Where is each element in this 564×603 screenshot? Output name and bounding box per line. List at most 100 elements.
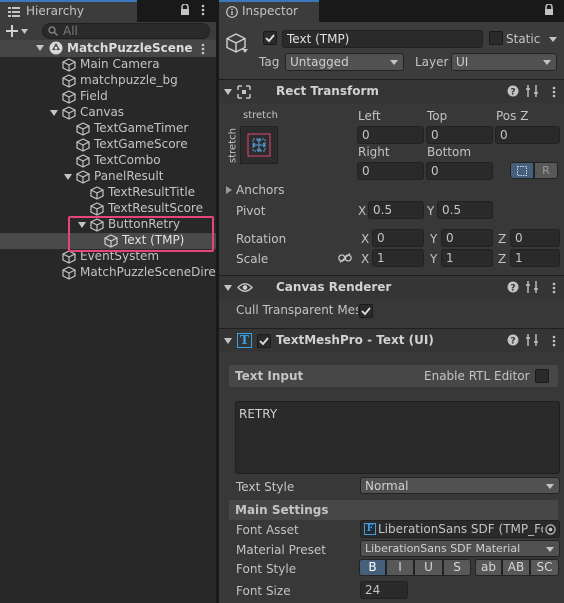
lock-icon[interactable] bbox=[544, 4, 554, 16]
font-style-lowercase-button[interactable]: ab bbox=[475, 559, 502, 576]
main-settings-label: Main Settings bbox=[235, 503, 329, 517]
anchor-preset-v-label: stretch bbox=[227, 128, 239, 163]
cull-label-clip: Cull Transparent Mesh bbox=[236, 303, 358, 319]
tree-item-main-camera[interactable]: Main Camera bbox=[0, 57, 216, 73]
tree-item-field[interactable]: Field bbox=[0, 89, 216, 105]
rotation-y-field[interactable]: 0 bbox=[441, 229, 493, 247]
font-style-uppercase-button[interactable]: AB bbox=[502, 559, 530, 576]
font-asset-field[interactable]: F LiberationSans SDF (TMP_Font bbox=[360, 520, 560, 538]
pivot-y-field[interactable]: 0.5 bbox=[437, 201, 493, 219]
component-menu-icon[interactable] bbox=[552, 335, 556, 347]
font-size-field[interactable]: 24 bbox=[360, 581, 408, 599]
collapse-arrow-icon[interactable] bbox=[224, 285, 232, 291]
cull-transparent-mesh-checkbox[interactable] bbox=[359, 304, 373, 318]
tree-item-label: Canvas bbox=[80, 105, 125, 119]
scale-label: Scale bbox=[236, 252, 269, 266]
tree-item-text-combo[interactable]: TextCombo bbox=[0, 153, 216, 169]
bottom-field[interactable]: 0 bbox=[426, 162, 493, 180]
inspector-tab[interactable]: Inspector bbox=[219, 0, 319, 22]
anchor-preset-icon bbox=[247, 133, 271, 157]
top-field[interactable]: 0 bbox=[426, 126, 493, 144]
blueprint-mode-button[interactable] bbox=[510, 162, 534, 179]
preset-icon[interactable] bbox=[526, 281, 538, 293]
collapse-arrow-icon[interactable] bbox=[224, 89, 232, 95]
font-style-underline-button[interactable]: U bbox=[414, 559, 443, 576]
posz-field[interactable]: 0 bbox=[495, 126, 560, 144]
scale-x-field[interactable]: 1 bbox=[372, 249, 424, 267]
text-input-area[interactable]: RETRY bbox=[235, 401, 560, 474]
expand-arrow-icon[interactable] bbox=[64, 174, 72, 180]
layer-dropdown[interactable]: UI bbox=[451, 53, 557, 71]
pivot-x-field[interactable]: 0.5 bbox=[368, 201, 424, 219]
chevron-down-icon[interactable] bbox=[242, 49, 248, 53]
raw-edit-button[interactable]: R bbox=[534, 162, 558, 179]
tree-item-canvas[interactable]: Canvas bbox=[0, 105, 216, 121]
link-icon[interactable] bbox=[338, 253, 352, 263]
anchors-expand-arrow-icon[interactable] bbox=[226, 186, 232, 194]
anchor-preset-button[interactable] bbox=[240, 126, 278, 164]
checkmark-icon bbox=[259, 337, 269, 346]
canvas-renderer-header[interactable]: Canvas Renderer ? bbox=[219, 275, 564, 299]
add-icon[interactable] bbox=[6, 25, 18, 37]
tmp-enabled-checkbox[interactable] bbox=[257, 334, 271, 348]
right-field[interactable]: 0 bbox=[357, 162, 424, 180]
active-checkbox[interactable] bbox=[263, 31, 277, 45]
tree-item-label: Main Camera bbox=[80, 57, 160, 71]
expand-arrow-icon[interactable] bbox=[36, 45, 44, 51]
component-menu-icon[interactable] bbox=[552, 86, 556, 98]
chevron-down-icon[interactable] bbox=[21, 29, 28, 34]
enable-rtl-checkbox[interactable] bbox=[535, 369, 549, 383]
tree-item-text-result-title[interactable]: TextResultTitle bbox=[0, 185, 216, 201]
help-icon[interactable]: ? bbox=[507, 85, 519, 97]
collapse-arrow-icon[interactable] bbox=[224, 338, 232, 344]
pivot-label: Pivot bbox=[236, 204, 266, 218]
left-field[interactable]: 0 bbox=[357, 126, 424, 144]
rotation-x-field[interactable]: 0 bbox=[372, 229, 424, 247]
static-checkbox[interactable] bbox=[489, 31, 503, 45]
text-input-value: RETRY bbox=[239, 407, 278, 421]
scale-y-label: Y bbox=[430, 252, 438, 266]
material-preset-dropdown[interactable]: LiberationSans SDF Material bbox=[360, 540, 560, 557]
font-style-bold-button[interactable]: B bbox=[359, 559, 386, 576]
tag-dropdown[interactable]: Untagged bbox=[285, 53, 404, 71]
hierarchy-tab[interactable]: Hierarchy bbox=[0, 0, 137, 22]
list-icon bbox=[8, 7, 20, 17]
font-style-italic-button[interactable]: I bbox=[386, 559, 414, 576]
scene-row[interactable]: MatchPuzzleScene bbox=[0, 40, 216, 57]
scene-menu-icon[interactable] bbox=[201, 43, 205, 55]
component-menu-icon[interactable] bbox=[552, 282, 556, 294]
help-icon[interactable]: ? bbox=[507, 334, 519, 346]
tree-item-label: TextResultTitle bbox=[108, 185, 196, 199]
preset-icon[interactable] bbox=[526, 334, 538, 346]
material-preset-label: Material Preset bbox=[236, 543, 326, 557]
tag-value: Untagged bbox=[290, 55, 349, 69]
scale-z-field[interactable]: 1 bbox=[510, 249, 560, 267]
tree-item-label: TextCombo bbox=[94, 153, 161, 167]
enable-rtl-label: Enable RTL Editor bbox=[424, 369, 530, 383]
font-style-strikethrough-button[interactable]: S bbox=[443, 559, 471, 576]
left-label: Left bbox=[358, 109, 381, 123]
tree-item-text-game-timer[interactable]: TextGameTimer bbox=[0, 121, 216, 137]
tmp-header[interactable]: T TextMeshPro - Text (UI) ? bbox=[219, 328, 564, 352]
kebab-menu-icon[interactable] bbox=[201, 4, 205, 16]
help-icon[interactable]: ? bbox=[507, 281, 519, 293]
preset-icon[interactable] bbox=[526, 85, 538, 97]
rotation-z-field[interactable]: 0 bbox=[510, 229, 560, 247]
tree-item-panel-result[interactable]: PanelResult bbox=[0, 169, 216, 185]
static-dropdown-icon[interactable] bbox=[549, 37, 557, 42]
object-picker-icon[interactable] bbox=[545, 524, 556, 535]
font-style-smallcaps-button[interactable]: SC bbox=[530, 559, 559, 576]
lock-icon[interactable] bbox=[180, 4, 190, 16]
tree-item-matchpuzzle-bg[interactable]: matchpuzzle_bg bbox=[0, 73, 216, 89]
scale-y-field[interactable]: 1 bbox=[441, 249, 493, 267]
expand-arrow-icon[interactable] bbox=[50, 110, 58, 116]
hierarchy-tab-label: Hierarchy bbox=[26, 4, 85, 18]
text-style-dropdown[interactable]: Normal bbox=[360, 477, 560, 494]
tree-item-match-puzzle-scene-director[interactable]: MatchPuzzleSceneDire bbox=[0, 265, 216, 281]
rect-transform-header[interactable]: Rect Transform ? bbox=[219, 79, 564, 103]
tree-item-text-game-score[interactable]: TextGameScore bbox=[0, 137, 216, 153]
gameobject-cube-icon bbox=[76, 154, 90, 168]
search-input[interactable]: All bbox=[42, 23, 210, 39]
object-name-field[interactable]: Text (TMP) bbox=[282, 30, 483, 48]
tree-item-text-result-score[interactable]: TextResultScore bbox=[0, 201, 216, 217]
